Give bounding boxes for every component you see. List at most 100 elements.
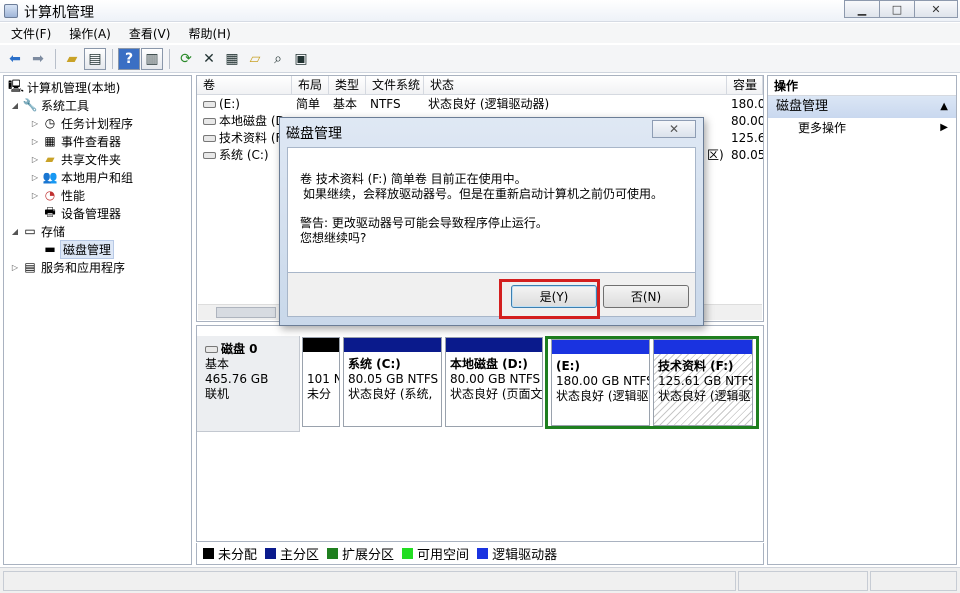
volume-icon	[203, 118, 216, 125]
tree-item-task-scheduler[interactable]: ▷ ◷ 任务计划程序	[30, 114, 133, 132]
disk-settings-icon[interactable]: ▣	[290, 48, 312, 70]
legend-label: 未分配	[218, 548, 258, 563]
partition-c[interactable]: 系统 (C:) 80.05 GB NTFS 状态良好 (系统,	[343, 337, 442, 427]
tree-item-performance[interactable]: ▷ ◔ 性能	[30, 186, 85, 204]
partition-size: 101 N	[307, 372, 339, 386]
expand-arrow-icon[interactable]: ▷	[30, 155, 40, 164]
legend-label: 扩展分区	[342, 548, 395, 563]
dialog-line-2: 如果继续，会释放驱动器号。但是在重新启动计算机之前仍可使用。	[303, 187, 664, 201]
tree-item-storage[interactable]: ◢ ▭ 存储	[10, 222, 65, 240]
dialog-spacer	[300, 202, 683, 216]
column-header-capacity[interactable]: 容量	[727, 76, 763, 95]
help-icon[interactable]: ?	[118, 47, 140, 70]
volume-cell: (E:)	[199, 96, 292, 113]
tree-item-disk-management[interactable]: ▬ 磁盘管理	[42, 239, 115, 259]
actions-section-disk-management[interactable]: 磁盘管理 ▲	[768, 96, 956, 118]
up-folder-icon[interactable]: ▰	[61, 48, 83, 70]
partition-bar	[446, 338, 542, 352]
delete-icon[interactable]: ✕	[198, 48, 220, 70]
expand-arrow-icon[interactable]: ▷	[30, 173, 40, 182]
legend-swatch	[402, 548, 414, 559]
partition-title: (E:)	[556, 359, 580, 373]
column-header-filesystem[interactable]: 文件系统	[366, 76, 424, 95]
partition-text: 101 N 未分	[303, 352, 339, 407]
minimize-button[interactable]: ▁	[844, 0, 880, 18]
collapse-arrow-icon[interactable]: ◢	[10, 101, 20, 110]
dialog-line-1: 卷 技术资料 (F:) 简单卷 目前正在使用中。	[300, 172, 527, 186]
expand-arrow-icon[interactable]: ▷	[30, 191, 40, 200]
volume-name: (E:)	[219, 97, 240, 111]
partition-status: 状态良好 (页面文	[450, 387, 542, 401]
tree-item-shared-folders[interactable]: ▷ ▰ 共享文件夹	[30, 150, 121, 168]
column-header-type[interactable]: 类型	[329, 76, 366, 95]
tree-item-event-viewer[interactable]: ▷ ▦ 事件查看器	[30, 132, 121, 150]
filesystem-cell: NTFS	[370, 97, 401, 111]
collapse-up-icon[interactable]: ▲	[940, 96, 948, 118]
open-icon[interactable]: ▱	[244, 48, 266, 70]
maximize-button[interactable]: □	[879, 0, 915, 18]
tree-item-system-tools[interactable]: ◢ 🔧 系统工具	[10, 96, 89, 114]
volume-list-header: 卷 布局 类型 文件系统 状态 容量	[197, 76, 763, 95]
clock-icon: ◷	[44, 116, 56, 130]
tree-item-device-manager[interactable]: 🖶 设备管理器	[42, 204, 121, 222]
back-arrow-icon[interactable]: ⬅	[4, 48, 26, 70]
capacity-cell: 80.05	[731, 148, 763, 162]
services-icon: ▤	[24, 260, 36, 274]
partition-size: 125.61 GB NTFS	[658, 374, 752, 388]
table-row[interactable]: (E:) 简单 基本 NTFS 状态良好 (逻辑驱动器) 180.0	[197, 96, 763, 113]
collapse-arrow-icon[interactable]: ◢	[10, 227, 20, 236]
status-segment	[3, 571, 736, 591]
computer-management-icon	[4, 4, 18, 18]
dialog-close-button[interactable]: ✕	[652, 120, 696, 138]
capacity-cell: 180.0	[731, 97, 763, 111]
partition-bar	[303, 338, 339, 352]
legend-label: 可用空间	[417, 548, 470, 563]
tree-item-services-apps[interactable]: ▷ ▤ 服务和应用程序	[10, 258, 125, 276]
status-segment	[738, 571, 868, 591]
show-tree-icon[interactable]: ▤	[84, 47, 106, 70]
status-cell: 区)	[707, 148, 724, 162]
performance-icon: ◔	[44, 188, 56, 202]
device-manager-icon: 🖶	[44, 204, 56, 219]
actions-pane: 操作 磁盘管理 ▲ 更多操作 ▶	[767, 75, 957, 565]
partition-title: 技术资料 (F:)	[658, 359, 734, 373]
show-action-pane-icon[interactable]: ▥	[141, 47, 163, 70]
window-controls: ▁ □ ✕	[844, 0, 958, 18]
partition-d[interactable]: 本地磁盘 (D:) 80.00 GB NTFS 状态良好 (页面文	[445, 337, 543, 427]
menu-action[interactable]: 操作(A)	[58, 23, 118, 43]
expand-arrow-icon[interactable]: ▷	[10, 263, 20, 272]
disk-info[interactable]: 磁盘 0 基本 465.76 GB 联机	[197, 336, 300, 432]
column-header-layout[interactable]: 布局	[292, 76, 329, 95]
capacity-cell: 125.6	[731, 131, 763, 145]
partition-unallocated[interactable]: 101 N 未分	[302, 337, 340, 427]
tree-item-local-users[interactable]: ▷ 👥 本地用户和组	[30, 168, 133, 186]
tree-item-root[interactable]: 🖳 计算机管理(本地)	[8, 78, 120, 96]
highlight-frame	[499, 279, 600, 319]
more-actions-item[interactable]: 更多操作 ▶	[768, 118, 956, 138]
scrollbar-thumb[interactable]	[216, 307, 276, 318]
column-header-volume[interactable]: 卷	[197, 76, 292, 95]
close-button[interactable]: ✕	[914, 0, 958, 18]
disk-type: 基本	[205, 357, 230, 371]
expand-arrow-icon[interactable]: ▷	[30, 119, 40, 128]
menu-file[interactable]: 文件(F)	[0, 23, 58, 43]
expand-arrow-icon[interactable]: ▷	[30, 137, 40, 146]
properties-icon[interactable]: ▦	[221, 48, 243, 70]
partition-status: 状态良好 (逻辑驱	[556, 389, 649, 403]
window-title: 计算机管理	[24, 5, 94, 21]
search-icon[interactable]: ⌕	[267, 48, 289, 70]
partition-text: (E:) 180.00 GB NTFS 状态良好 (逻辑驱	[552, 354, 649, 409]
partition-bar	[344, 338, 441, 352]
tools-icon: 🔧	[22, 98, 38, 112]
volume-icon	[203, 101, 216, 108]
refresh-icon[interactable]: ⟳	[175, 48, 197, 70]
column-header-status[interactable]: 状态	[424, 76, 727, 95]
forward-arrow-icon[interactable]: ➡	[27, 48, 49, 70]
menu-view[interactable]: 查看(V)	[118, 23, 178, 43]
no-button[interactable]: 否(N)	[603, 285, 689, 308]
partition-f[interactable]: 技术资料 (F:) 125.61 GB NTFS 状态良好 (逻辑驱	[653, 339, 753, 426]
actions-section-label: 磁盘管理	[776, 99, 829, 114]
menu-help[interactable]: 帮助(H)	[177, 23, 237, 43]
disk-name: 磁盘 0	[221, 342, 258, 356]
partition-e[interactable]: (E:) 180.00 GB NTFS 状态良好 (逻辑驱	[551, 339, 650, 426]
